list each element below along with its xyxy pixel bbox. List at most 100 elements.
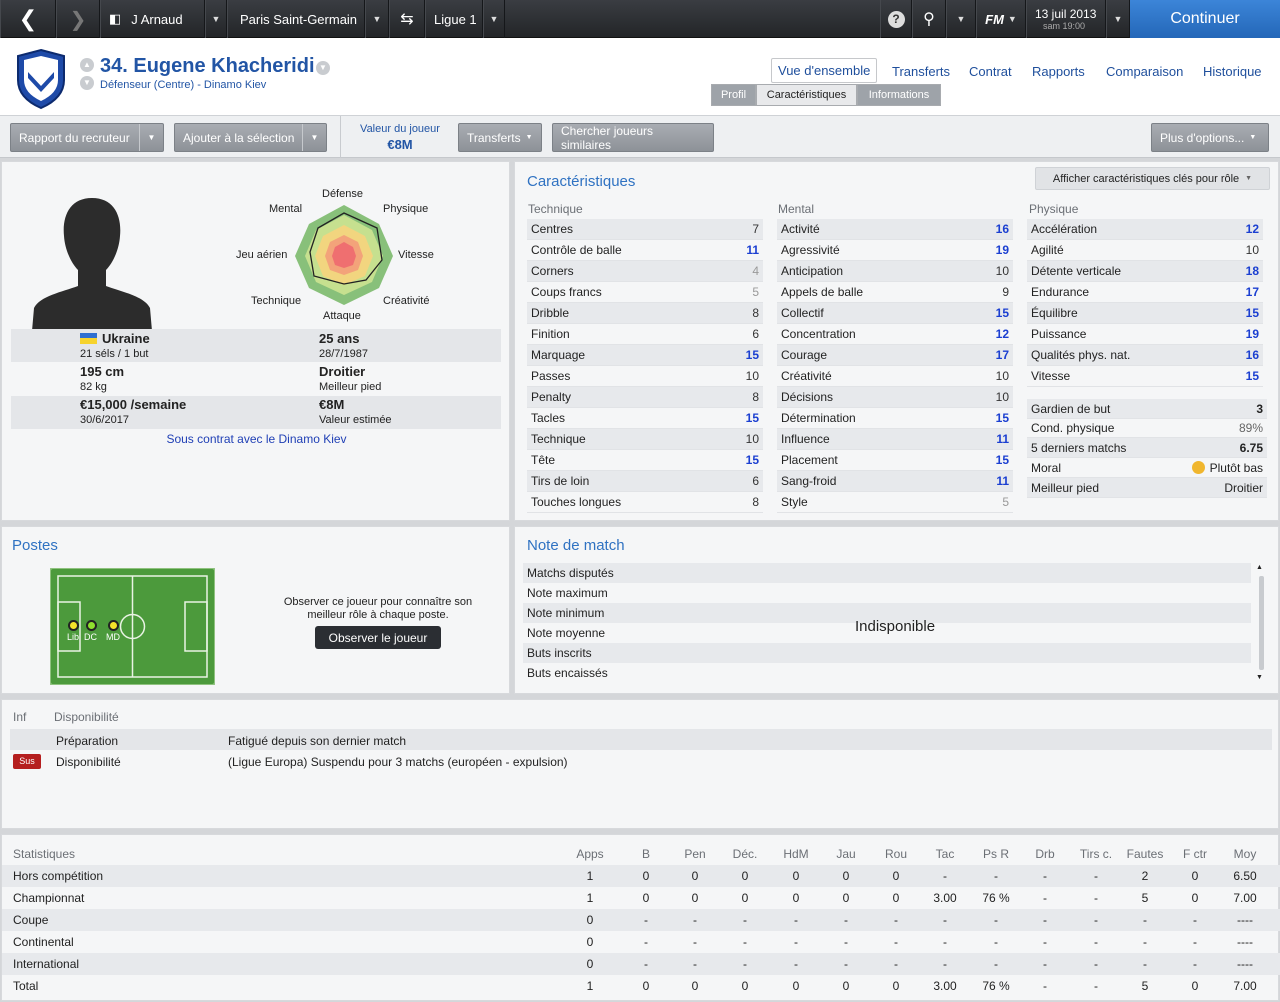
stats-cell: 0	[691, 891, 699, 905]
subtab-profile[interactable]: Profil	[711, 84, 756, 106]
attribute-row[interactable]: Tacles 15	[527, 408, 763, 429]
find-similar-button[interactable]: Chercher joueurs similaires	[552, 123, 714, 152]
attribute-row[interactable]: Collectif 15	[777, 303, 1013, 324]
scrollbar-thumb[interactable]	[1259, 576, 1264, 670]
attribute-row[interactable]: Concentration 12	[777, 324, 1013, 345]
nav-history[interactable]: Historique	[1203, 64, 1262, 79]
attribute-row[interactable]: Touches longues 8	[527, 492, 763, 513]
attribute-row[interactable]: Style 5	[777, 492, 1013, 513]
stats-row[interactable]: Championnat 1 0 0 0 0 0 0 3.00 76 % - - 5 0 7.00	[2, 887, 1280, 909]
nav-overview[interactable]: Vue d'ensemble	[771, 58, 878, 83]
attribute-name: Placement	[781, 453, 838, 467]
attribute-row[interactable]: Puissance 19	[1027, 324, 1263, 345]
attribute-row[interactable]: Contrôle de balle 11	[527, 240, 763, 261]
profile-panel: Défense Physique Vitesse Créativité Atta…	[1, 161, 510, 521]
transfers-button[interactable]: Transferts ▼	[458, 123, 542, 152]
attribute-row[interactable]: Qualités phys. nat. 16	[1027, 345, 1263, 366]
scrollbar[interactable]: ▲ ▼	[1256, 564, 1268, 682]
player-options-icon[interactable]: ▼	[316, 61, 330, 75]
continue-button[interactable]: Continuer	[1130, 0, 1280, 38]
chevron-up-icon[interactable]: ▲	[80, 58, 94, 72]
add-shortlist-button[interactable]: Ajouter à la sélection ▼	[174, 123, 327, 152]
attribute-row[interactable]: Passes 10	[527, 366, 763, 387]
scroll-up-icon[interactable]: ▲	[1256, 564, 1263, 571]
stats-cell: 0	[741, 979, 749, 993]
attribute-row[interactable]: Endurance 17	[1027, 282, 1263, 303]
attribute-value: 15	[995, 306, 1009, 320]
attribute-row[interactable]: Tirs de loin 6	[527, 471, 763, 492]
attribute-row[interactable]: Dribble 8	[527, 303, 763, 324]
position-marker-lib[interactable]: Lib	[67, 620, 79, 642]
attribute-row[interactable]: Agilité 10	[1027, 240, 1263, 261]
nav-reports[interactable]: Rapports	[1032, 64, 1085, 79]
stats-row[interactable]: Total 1 0 0 0 0 0 0 3.00 76 % - - 5 0 7.00	[2, 975, 1280, 997]
attribute-row[interactable]: Agressivité 19	[777, 240, 1013, 261]
nationality[interactable]: Ukraine	[102, 331, 150, 346]
attribute-row[interactable]: Influence 11	[777, 429, 1013, 450]
attribute-row[interactable]: Tête 15	[527, 450, 763, 471]
position-marker-dc[interactable]: DC	[84, 620, 97, 642]
competition-menu[interactable]: Ligue 1	[425, 0, 483, 38]
attribute-row[interactable]: Courage 17	[777, 345, 1013, 366]
nav-comparison[interactable]: Comparaison	[1106, 64, 1183, 79]
attribute-row[interactable]: Marquage 15	[527, 345, 763, 366]
date-display[interactable]: 13 juil 2013 sam 19:00	[1026, 0, 1106, 38]
attribute-row[interactable]: Créativité 10	[777, 366, 1013, 387]
attribute-row[interactable]: Centres 7	[527, 219, 763, 240]
subtab-information[interactable]: Informations	[857, 84, 941, 106]
stats-row[interactable]: International 0- - - - - - - - - - - - ----	[2, 953, 1280, 975]
attribute-row[interactable]: Anticipation 10	[777, 261, 1013, 282]
date-dropdown[interactable]: ▼	[1106, 0, 1130, 38]
swap-icon[interactable]: ⇆	[389, 0, 425, 38]
attribute-row[interactable]: Coups francs 5	[527, 282, 763, 303]
manager-dropdown[interactable]: ▼	[205, 0, 227, 38]
attribute-row[interactable]: Équilibre 15	[1027, 303, 1263, 324]
attribute-row[interactable]: Décisions 10	[777, 387, 1013, 408]
attribute-row[interactable]: Corners 4	[527, 261, 763, 282]
nav-contract[interactable]: Contrat	[969, 64, 1012, 79]
attribute-row[interactable]: Appels de balle 9	[777, 282, 1013, 303]
match-rating-row: Matchs disputés	[523, 563, 1251, 583]
stats-row[interactable]: Hors compétition 1 0 0 0 0 0 0 - - - - 2 0 6.50	[2, 865, 1280, 887]
chevron-down-icon[interactable]: ▼	[139, 124, 163, 151]
attribute-row[interactable]: Sang-froid 11	[777, 471, 1013, 492]
position-marker-md[interactable]: MD	[106, 620, 120, 642]
attribute-row[interactable]: Activité 16	[777, 219, 1013, 240]
attribute-value: 5	[1002, 495, 1009, 509]
key-attributes-button[interactable]: Afficher caractéristiques clés pour rôle…	[1035, 167, 1270, 190]
attribute-name: Appels de balle	[781, 285, 864, 299]
stats-cell: ----	[1237, 957, 1253, 971]
competition-dropdown[interactable]: ▼	[483, 0, 505, 38]
scout-player-button[interactable]: Observer le joueur	[315, 626, 441, 649]
club-menu[interactable]: Paris Saint-Germain	[227, 0, 365, 38]
more-options-button[interactable]: Plus d'options... ▼	[1151, 123, 1269, 152]
search-icon[interactable]: ⚲	[912, 0, 946, 38]
manager-menu[interactable]: ◧ J Arnaud	[100, 0, 205, 38]
stats-row[interactable]: Coupe 0- - - - - - - - - - - - ----	[2, 909, 1280, 931]
scout-report-button[interactable]: Rapport du recruteur ▼	[10, 123, 164, 152]
search-dropdown[interactable]: ▼	[946, 0, 976, 38]
attribute-value: 10	[995, 369, 1009, 383]
chevron-down-icon[interactable]: ▼	[80, 76, 94, 90]
contract-status[interactable]: Sous contrat avec le Dinamo Kiev	[2, 432, 511, 446]
attribute-row[interactable]: Accélération 12	[1027, 219, 1263, 240]
attribute-row[interactable]: Technique 10	[527, 429, 763, 450]
stats-row[interactable]: Continental 0- - - - - - - - - - - - ----	[2, 931, 1280, 953]
attribute-row[interactable]: Finition 6	[527, 324, 763, 345]
scroll-down-icon[interactable]: ▼	[1256, 674, 1263, 681]
chevron-down-icon[interactable]: ▼	[302, 124, 326, 151]
attribute-row[interactable]: Vitesse 15	[1027, 366, 1263, 387]
subtab-attributes[interactable]: Caractéristiques	[756, 84, 857, 106]
club-dropdown[interactable]: ▼	[365, 0, 389, 38]
player-subtitle[interactable]: Défenseur (Centre) - Dinamo Kiev	[100, 79, 266, 91]
attribute-row[interactable]: Penalty 8	[527, 387, 763, 408]
nav-transfers[interactable]: Transferts	[892, 64, 950, 79]
attribute-row[interactable]: Détente verticale 18	[1027, 261, 1263, 282]
chevron-down-icon: ▼	[211, 14, 221, 24]
forward-arrow-icon[interactable]: ❯	[56, 0, 100, 38]
fm-menu[interactable]: FM ▼	[976, 0, 1026, 38]
attribute-row[interactable]: Détermination 15	[777, 408, 1013, 429]
back-arrow-icon[interactable]: ❮	[0, 0, 56, 38]
attribute-row[interactable]: Placement 15	[777, 450, 1013, 471]
help-icon[interactable]: ?	[880, 0, 912, 38]
